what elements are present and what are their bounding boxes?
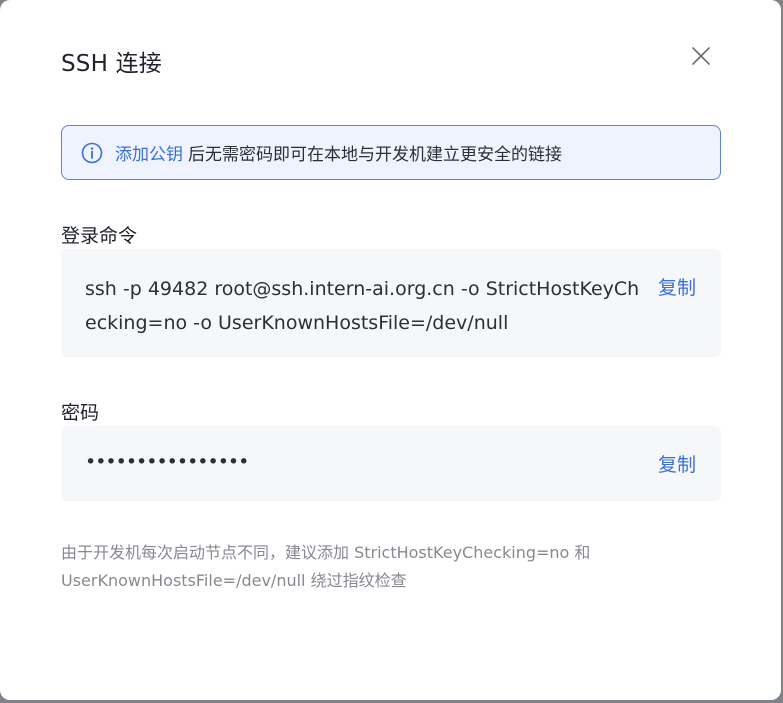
- info-alert: 添加公钥 后无需密码即可在本地与开发机建立更安全的链接: [61, 125, 721, 180]
- login-command-label: 登录命令: [61, 225, 138, 247]
- copy-command-button[interactable]: 复制: [658, 273, 696, 300]
- login-command-box: ssh -p 49482 root@ssh.intern-ai.org.cn -…: [61, 249, 721, 357]
- info-circle-icon: [81, 142, 103, 163]
- add-public-key-link[interactable]: 添加公钥: [115, 140, 183, 165]
- fingerprint-note: 由于开发机每次启动节点不同，建议添加 StrictHostKeyChecking…: [61, 543, 591, 590]
- dialog-title: SSH 连接: [61, 51, 163, 77]
- alert-message: 后无需密码即可在本地与开发机建立更安全的链接: [188, 145, 562, 165]
- close-button[interactable]: [688, 43, 714, 69]
- password-label: 密码: [61, 402, 100, 424]
- close-icon: [692, 47, 710, 65]
- password-value: ••••••••••••••••: [85, 451, 249, 473]
- copy-password-button[interactable]: 复制: [658, 450, 696, 477]
- password-box: •••••••••••••••• 复制: [61, 426, 721, 501]
- ssh-connection-dialog: SSH 连接 添加公钥 后无需密码即可在本地与开发机建立更安全的链接 登录命令 …: [0, 0, 781, 700]
- login-command-value[interactable]: ssh -p 49482 root@ssh.intern-ai.org.cn -…: [85, 272, 645, 340]
